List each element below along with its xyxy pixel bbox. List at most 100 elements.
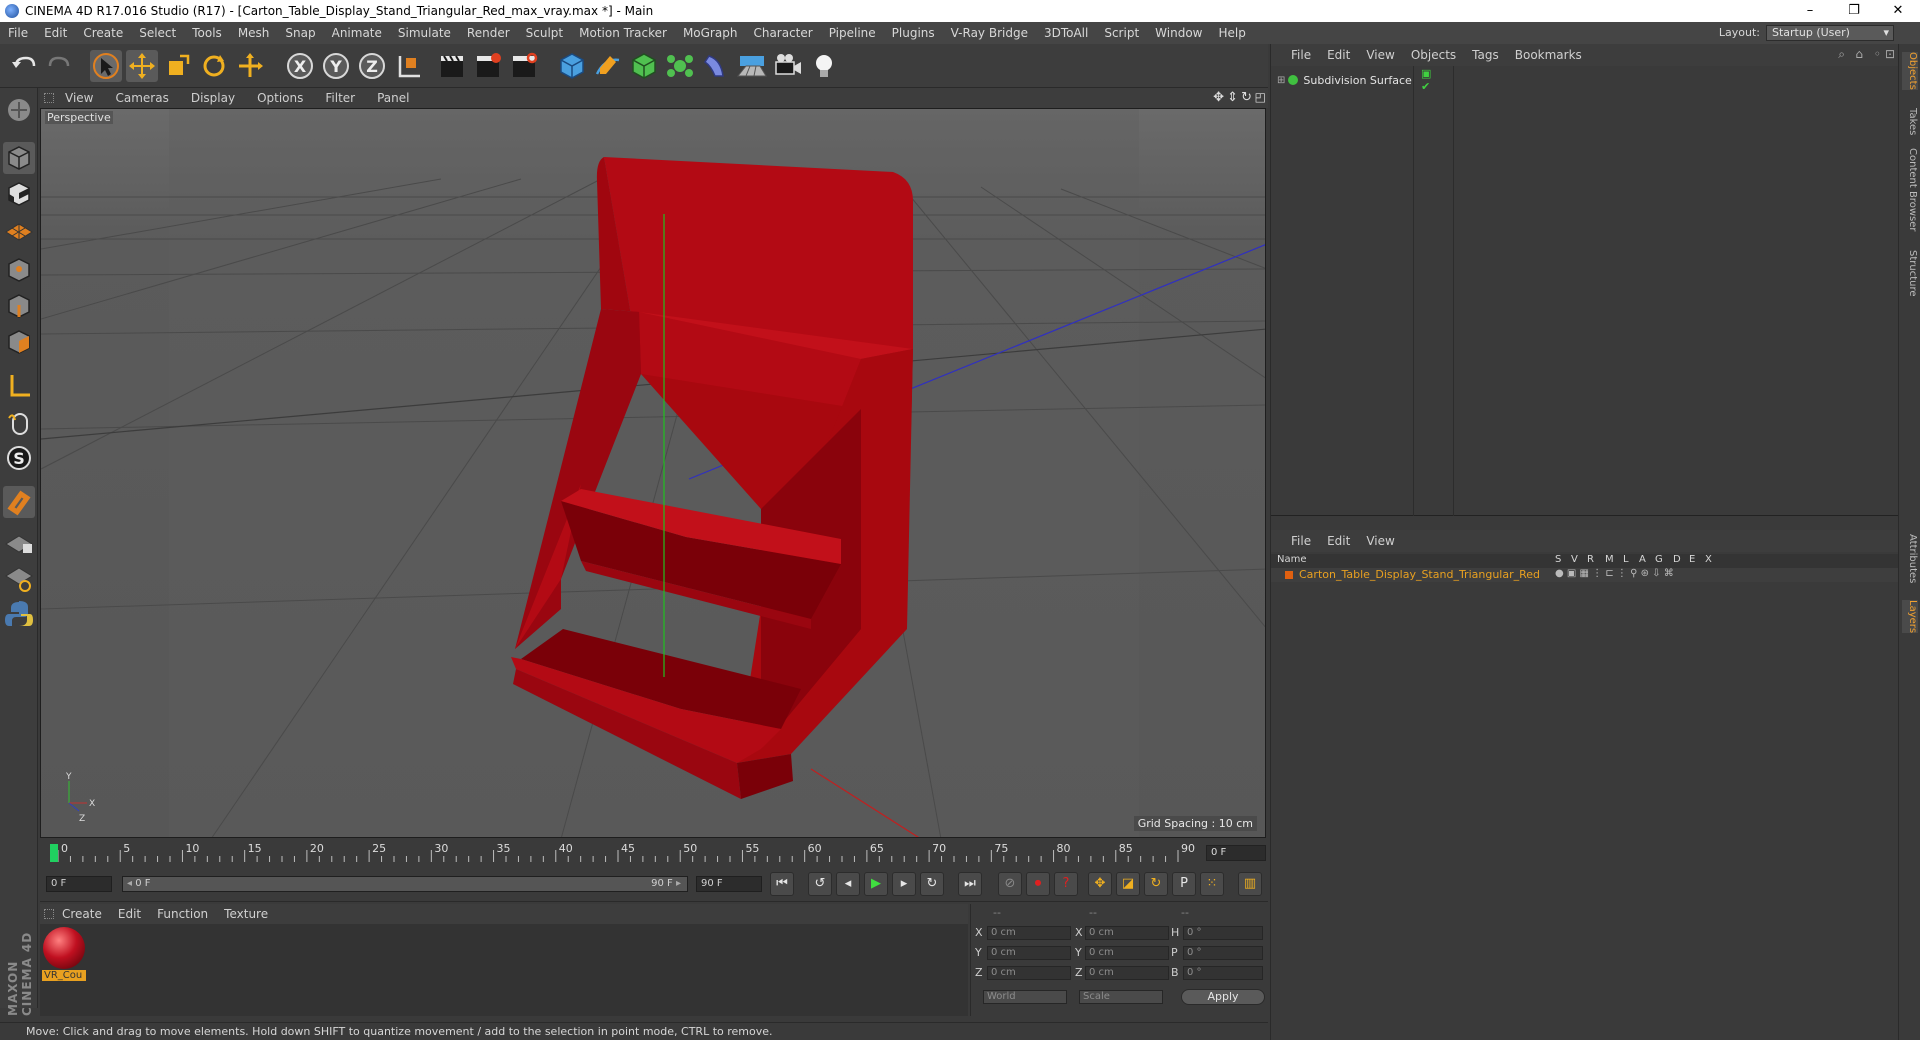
material-swatch[interactable]: VR_Cou bbox=[42, 926, 86, 984]
col-view[interactable]: V bbox=[1571, 554, 1578, 565]
viewport-rotate-icon[interactable]: ↻ bbox=[1241, 90, 1252, 105]
redo-button[interactable] bbox=[44, 50, 76, 82]
current-frame-field[interactable]: 0 F bbox=[1206, 845, 1266, 861]
deformer-button[interactable] bbox=[700, 50, 732, 82]
object-menu-objects[interactable]: Objects bbox=[1403, 48, 1464, 62]
tab-content-browser[interactable]: Content Browser bbox=[1902, 148, 1918, 231]
python-script-button[interactable] bbox=[3, 598, 35, 630]
viewport-menu-filter[interactable]: Filter bbox=[314, 91, 366, 105]
select-tool-button[interactable] bbox=[90, 50, 122, 82]
rot-b-field[interactable]: 0 ° bbox=[1183, 966, 1263, 980]
key-rotation-button[interactable]: ↻ bbox=[1144, 872, 1168, 896]
col-manager[interactable]: M bbox=[1605, 554, 1614, 565]
viewport-menu-options[interactable]: Options bbox=[246, 91, 314, 105]
col-expressions[interactable]: E bbox=[1689, 554, 1695, 565]
menu-create[interactable]: Create bbox=[75, 26, 131, 40]
make-editable-button[interactable] bbox=[3, 94, 35, 126]
material-menu-texture[interactable]: Texture bbox=[216, 907, 276, 921]
menu-help[interactable]: Help bbox=[1210, 26, 1253, 40]
viewport-menu-display[interactable]: Display bbox=[180, 91, 246, 105]
col-deformers[interactable]: D bbox=[1673, 554, 1681, 565]
y-axis-lock-button[interactable]: Y bbox=[320, 50, 352, 82]
restore-button[interactable]: ❐ bbox=[1832, 0, 1876, 22]
rot-h-field[interactable]: 0 ° bbox=[1183, 926, 1263, 940]
play-button[interactable]: ▶ bbox=[864, 872, 888, 896]
layer-row[interactable]: Carton_Table_Display_Stand_Triangular_Re… bbox=[1271, 568, 1899, 582]
viewport-menu-view[interactable]: View bbox=[54, 91, 104, 105]
snap-button[interactable]: S bbox=[3, 442, 35, 474]
viewport-maximize-icon[interactable]: ◰ bbox=[1255, 90, 1266, 104]
subdivision-surface-button[interactable] bbox=[628, 50, 660, 82]
col-locked[interactable]: L bbox=[1623, 554, 1629, 565]
go-to-end-button[interactable]: ⏭ bbox=[958, 872, 982, 896]
col-generators[interactable]: G bbox=[1655, 554, 1663, 565]
menu-motion-tracker[interactable]: Motion Tracker bbox=[571, 26, 675, 40]
coordinate-system-button[interactable] bbox=[392, 50, 424, 82]
menu-tools[interactable]: Tools bbox=[184, 26, 230, 40]
texture-mode-button[interactable] bbox=[3, 178, 35, 210]
menu-sculpt[interactable]: Sculpt bbox=[518, 26, 571, 40]
viewport-move-icon[interactable]: ✥ bbox=[1213, 90, 1224, 105]
mograph-cloner-button[interactable] bbox=[664, 50, 696, 82]
object-menu-view[interactable]: View bbox=[1358, 48, 1402, 62]
size-x-field[interactable]: 0 cm bbox=[1085, 926, 1169, 940]
render-view-button[interactable] bbox=[436, 50, 468, 82]
planar-workplane-button[interactable] bbox=[3, 562, 35, 594]
material-menu-function[interactable]: Function bbox=[149, 907, 216, 921]
tweak-mode-button[interactable] bbox=[3, 406, 35, 438]
x-axis-lock-button[interactable]: X bbox=[284, 50, 316, 82]
key-scale-button[interactable]: ◪ bbox=[1116, 872, 1140, 896]
layer-flags-icons[interactable]: ● ▣ ▦ ⋮ ⊏ ⋮ ⚲ ⊛ ⇩ ⌘ bbox=[1555, 568, 1674, 579]
layer-menu-view[interactable]: View bbox=[1358, 534, 1402, 548]
size-mode-dropdown[interactable]: Scale bbox=[1079, 990, 1163, 1004]
tab-structure[interactable]: Structure bbox=[1902, 250, 1918, 297]
go-to-start-button[interactable]: ⏮ bbox=[770, 872, 794, 896]
render-settings-button[interactable] bbox=[508, 50, 540, 82]
previous-frame-button[interactable]: ◂ bbox=[836, 872, 860, 896]
apply-button[interactable]: Apply bbox=[1181, 989, 1265, 1005]
home-icon[interactable]: ⌂ bbox=[1855, 47, 1863, 61]
layout-dropdown[interactable]: Startup (User) ▾ bbox=[1766, 25, 1894, 41]
menu-select[interactable]: Select bbox=[131, 26, 184, 40]
object-menu-tags[interactable]: Tags bbox=[1464, 48, 1507, 62]
viewport-zoom-icon[interactable]: ⇕ bbox=[1227, 90, 1238, 105]
object-menu-bookmarks[interactable]: Bookmarks bbox=[1507, 48, 1590, 62]
lock-workplane-button[interactable] bbox=[3, 526, 35, 558]
menu-plugins[interactable]: Plugins bbox=[884, 26, 943, 40]
menu-character[interactable]: Character bbox=[745, 26, 820, 40]
z-axis-lock-button[interactable]: Z bbox=[356, 50, 388, 82]
key-pla-button[interactable]: ⁙ bbox=[1200, 872, 1224, 896]
size-y-field[interactable]: 0 cm bbox=[1085, 946, 1169, 960]
search-icon[interactable]: ⌕ bbox=[1838, 47, 1845, 62]
expand-icon[interactable]: ⊞ bbox=[1277, 75, 1285, 86]
floor-button[interactable] bbox=[736, 50, 768, 82]
maximize-panel-icon[interactable]: ⊡ bbox=[1885, 47, 1895, 61]
menu-mesh[interactable]: Mesh bbox=[230, 26, 278, 40]
viewport-menu-cameras[interactable]: Cameras bbox=[104, 91, 179, 105]
object-menu-edit[interactable]: Edit bbox=[1319, 48, 1358, 62]
go-to-next-key-button[interactable]: ↻ bbox=[920, 872, 944, 896]
keyframe-selection-button[interactable]: ? bbox=[1054, 872, 1078, 896]
minimize-panel-icon[interactable]: ◦ bbox=[1874, 47, 1881, 61]
layer-menu-file[interactable]: File bbox=[1283, 534, 1319, 548]
rot-p-field[interactable]: 0 ° bbox=[1183, 946, 1263, 960]
menu-3dtoall[interactable]: 3DToAll bbox=[1036, 26, 1096, 40]
workplane-mode-button[interactable] bbox=[3, 214, 35, 246]
key-parameter-button[interactable]: P bbox=[1172, 872, 1196, 896]
autokey-button[interactable]: ⏺ bbox=[1026, 872, 1050, 896]
menu-snap[interactable]: Snap bbox=[277, 26, 323, 40]
menu-simulate[interactable]: Simulate bbox=[390, 26, 459, 40]
go-to-previous-key-button[interactable]: ↺ bbox=[808, 872, 832, 896]
rotate-tool-button[interactable] bbox=[198, 50, 230, 82]
move-tool-button[interactable] bbox=[126, 50, 158, 82]
camera-button[interactable] bbox=[772, 50, 804, 82]
minimize-button[interactable]: – bbox=[1788, 0, 1832, 22]
close-button[interactable]: ✕ bbox=[1876, 0, 1920, 22]
tab-objects[interactable]: Objects bbox=[1902, 52, 1918, 90]
menu-edit[interactable]: Edit bbox=[36, 26, 75, 40]
menu-pipeline[interactable]: Pipeline bbox=[821, 26, 884, 40]
menu-file[interactable]: File bbox=[0, 26, 36, 40]
timeline-playhead[interactable] bbox=[50, 844, 58, 862]
polygons-mode-button[interactable] bbox=[3, 326, 35, 358]
frame-range-slider[interactable]: ◂ 0 F 90 F ▸ bbox=[122, 876, 688, 892]
